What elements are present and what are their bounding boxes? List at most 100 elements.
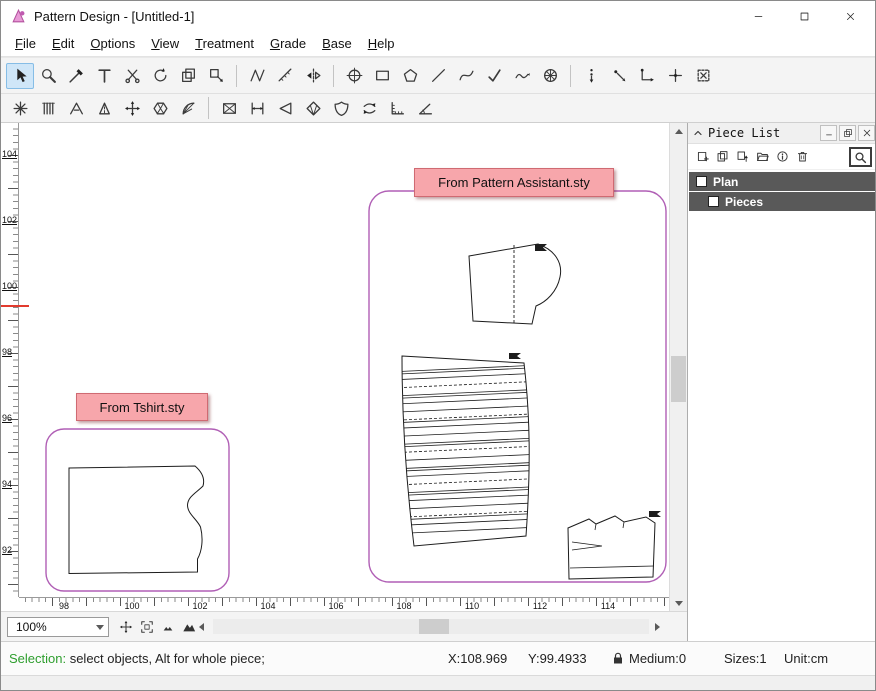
move-piece-tool-button[interactable] [118,96,146,120]
paste-piece-button[interactable] [732,147,752,167]
piece-info-button[interactable] [772,147,792,167]
scroll-left-button[interactable] [199,623,204,631]
thumbnail-small-icon [161,620,175,634]
scroll-right-button[interactable] [655,623,660,631]
text-tool-icon [96,67,113,84]
wave-tool-button[interactable] [508,63,536,89]
diamond-tool-button[interactable] [299,96,327,120]
copy-tool-button[interactable] [174,63,202,89]
polygon-tool-button[interactable] [396,63,424,89]
menu-grade[interactable]: Grade [262,33,314,54]
seam-width-tool-button[interactable] [243,96,271,120]
line-tool-button[interactable] [424,63,452,89]
vruler-label: 98 [2,347,12,357]
vertical-scroll-thumb[interactable] [671,356,686,402]
swap-arrows-tool-button[interactable] [355,96,383,120]
notch-angle-tool-button[interactable] [62,96,90,120]
yoke-piece[interactable] [469,244,561,324]
thumbnail-small-button[interactable] [157,617,178,637]
paste-tool-button[interactable] [202,63,230,89]
point-corner-tool-button[interactable] [633,63,661,89]
zoom-tool-button[interactable] [34,63,62,89]
new-piece-button[interactable] [692,147,712,167]
scroll-up-button[interactable] [670,123,687,139]
fit-window-button[interactable] [136,617,157,637]
vertical-scrollbar[interactable] [669,123,687,611]
menu-view[interactable]: View [143,33,187,54]
select-tool-button[interactable] [6,63,34,89]
fan-tool-icon [180,100,197,117]
angle-ruler-tool-button[interactable] [411,96,439,120]
point-cross-tool-button[interactable] [661,63,689,89]
corner-ruler-tool-button[interactable] [383,96,411,120]
menu-file[interactable]: File [7,33,44,54]
pen-tool-button[interactable] [480,63,508,89]
tree-item-plan-label: Plan [713,175,738,189]
rosette-tool-button[interactable] [536,63,564,89]
panel-close-button[interactable] [858,125,875,141]
thumbnail-large-button[interactable] [178,617,199,637]
maximize-button[interactable] [781,1,827,31]
drawing-canvas[interactable]: From Tshirt.sty From Pattern Assistant.s… [19,123,669,597]
horizontal-scroll-thumb[interactable] [419,619,449,634]
fan-tool-button[interactable] [174,96,202,120]
cross-rect-tool-button[interactable] [215,96,243,120]
scroll-down-button[interactable] [670,595,687,611]
angle-line-tool-button[interactable] [243,63,271,89]
pieces-checkbox[interactable] [708,196,719,207]
burst-tool-button[interactable] [6,96,34,120]
paste-tool-icon [208,67,225,84]
tshirt-piece[interactable] [69,466,204,574]
compass-tool-button[interactable] [340,63,368,89]
angle-ruler-tool-icon [417,100,434,117]
menu-base[interactable]: Base [314,33,360,54]
menu-treatment[interactable]: Treatment [187,33,262,54]
tree-item-plan[interactable]: Plan [689,172,876,191]
measure-tool-button[interactable] [62,63,90,89]
diagonal-ruler-tool-icon [277,67,294,84]
minimize-button[interactable] [735,1,781,31]
zoom-select[interactable]: 100% [7,617,109,637]
status-medium: Medium:0 [629,651,686,666]
delete-piece-button[interactable] [792,147,812,167]
open-folder-button[interactable] [752,147,772,167]
tree-item-pieces[interactable]: Pieces [689,192,876,211]
close-button[interactable] [827,1,873,31]
point-box-tool-button[interactable] [689,63,717,89]
label-from-pattern-assistant[interactable]: From Pattern Assistant.sty [414,168,614,197]
dart-tool-button[interactable] [90,96,118,120]
rectangle-tool-button[interactable] [368,63,396,89]
menu-options[interactable]: Options [82,33,143,54]
menu-help[interactable]: Help [360,33,403,54]
rotate-tool-button[interactable] [146,63,174,89]
bodice-piece[interactable] [568,516,655,579]
panel-float-button[interactable] [839,125,856,141]
pan-view-button[interactable] [115,617,136,637]
triangle-left-tool-button[interactable] [271,96,299,120]
shield-tool-button[interactable] [327,96,355,120]
cut-tool-button[interactable] [118,63,146,89]
triangle-right-icon [655,623,660,631]
status-sizes: Sizes:1 [724,651,767,666]
plan-checkbox[interactable] [696,176,707,187]
diagonal-ruler-tool-button[interactable] [271,63,299,89]
vruler-label: 102 [2,215,17,225]
search-pieces-button[interactable] [849,147,872,167]
mirror-tool-button[interactable] [299,63,327,89]
copy-piece-button[interactable] [712,147,732,167]
point-column-tool-button[interactable] [577,63,605,89]
menu-edit[interactable]: Edit [44,33,82,54]
pleat-tool-button[interactable] [34,96,62,120]
curve-tool-icon [458,67,475,84]
text-tool-button[interactable] [90,63,118,89]
triangle-down-icon [675,601,683,606]
collapse-panel-icon[interactable] [693,128,703,138]
hexagon-tool-button[interactable] [146,96,174,120]
corner-ruler-tool-icon [389,100,406,117]
panel-minimize-button[interactable] [820,125,837,141]
label-from-tshirt[interactable]: From Tshirt.sty [76,393,208,421]
curve-tool-button[interactable] [452,63,480,89]
burst-tool-icon [12,100,29,117]
title-bar: Pattern Design - [Untitled-1] [1,1,875,31]
point-drop-tool-button[interactable] [605,63,633,89]
